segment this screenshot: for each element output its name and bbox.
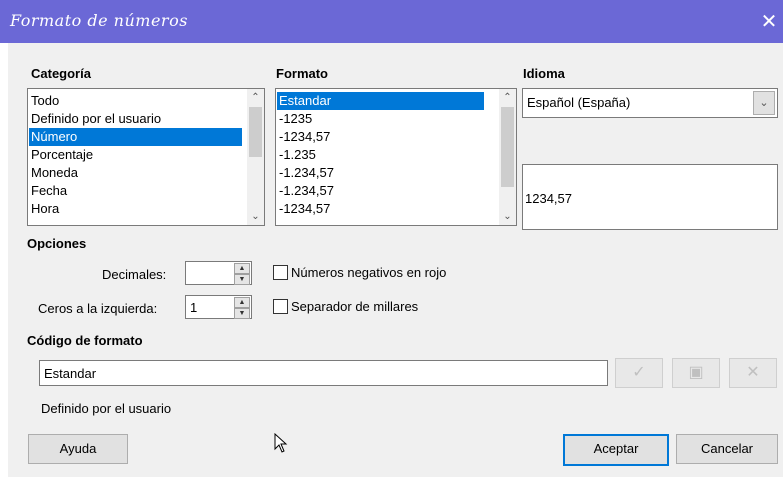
spin-down-icon[interactable]: ▼ [234,308,250,319]
cancel-button[interactable]: Cancelar [676,434,778,464]
scroll-thumb[interactable] [249,107,262,157]
ok-button[interactable]: Aceptar [563,434,669,466]
scroll-up-icon[interactable]: ⌃ [247,89,264,106]
preview-value: 1234,57 [525,191,572,206]
list-item-selected[interactable]: Número [29,128,242,146]
list-item[interactable]: Moneda [29,164,244,182]
format-preview: 1234,57 [522,164,778,230]
spin-up-icon[interactable]: ▲ [234,297,250,308]
format-description: Definido por el usuario [41,401,172,416]
spin-up-icon[interactable]: ▲ [234,263,250,274]
formato-scrollbar[interactable]: ⌃ ⌄ [499,89,516,225]
ceros-spinner[interactable]: 1 ▲ ▼ [185,295,252,319]
formato-header: Formato [276,66,328,81]
opciones-header: Opciones [27,236,87,251]
idioma-header: Idioma [523,66,565,81]
cursor-icon [274,432,288,453]
scroll-down-icon[interactable]: ⌄ [247,208,264,225]
format-code-input[interactable]: Estandar [39,360,608,386]
help-button[interactable]: Ayuda [28,434,128,464]
list-item[interactable]: -1.234,57 [277,182,489,200]
ceros-label: Ceros a la izquierda: [38,301,158,316]
list-item[interactable]: -1.234,57 [277,164,489,182]
decimales-label: Decimales: [102,267,167,282]
close-icon[interactable]: ✕ [759,9,779,34]
chevron-down-icon[interactable]: ⌄ [753,91,775,115]
list-item[interactable]: Hora [29,200,244,218]
format-code-value: Estandar [44,366,97,381]
categoria-header: Categoría [31,66,91,81]
list-item[interactable]: Definido por el usuario [29,110,244,128]
list-item[interactable]: Fecha [29,182,244,200]
list-item[interactable]: Porcentaje [29,146,244,164]
negativos-checkbox[interactable] [273,265,288,280]
separador-label[interactable]: Separador de millares [291,299,418,314]
check-icon[interactable]: ✓ [615,358,663,388]
list-item[interactable]: -1.235 [277,146,489,164]
scroll-down-icon[interactable]: ⌄ [499,208,516,225]
delete-icon[interactable]: ✕ [729,358,777,388]
ceros-value: 1 [190,300,198,315]
codigo-header: Código de formato [27,333,143,348]
idioma-label: Idioma [523,66,565,81]
spin-down-icon[interactable]: ▼ [234,274,250,285]
negativos-label[interactable]: Números negativos en rojo [291,265,446,280]
idioma-select[interactable]: Español (España) ⌄ [522,88,778,118]
scroll-thumb[interactable] [501,107,514,187]
categoria-label: Categoría [31,66,91,81]
dialog-body: Categoría Todo Definido por el usuario N… [8,43,783,477]
scroll-up-icon[interactable]: ⌃ [499,89,516,106]
dialog-title: Formato de números [10,11,188,30]
list-item-selected[interactable]: Estandar [277,92,484,110]
idioma-value: Español (España) [527,95,631,110]
list-item[interactable]: -1234,57 [277,200,489,218]
categoria-list[interactable]: Todo Definido por el usuario Número Porc… [27,88,265,226]
title-bar: Formato de números ✕ [0,0,783,43]
list-item[interactable]: -1234,57 [277,128,489,146]
list-item[interactable]: Todo [29,92,244,110]
separador-checkbox[interactable] [273,299,288,314]
formato-list[interactable]: Estandar -1235 -1234,57 -1.235 -1.234,57… [275,88,517,226]
decimales-spinner[interactable]: ▲ ▼ [185,261,252,285]
categoria-scrollbar[interactable]: ⌃ ⌄ [247,89,264,225]
comment-icon[interactable]: ▣ [672,358,720,388]
list-item[interactable]: -1235 [277,110,489,128]
formato-label: Formato [276,66,328,81]
